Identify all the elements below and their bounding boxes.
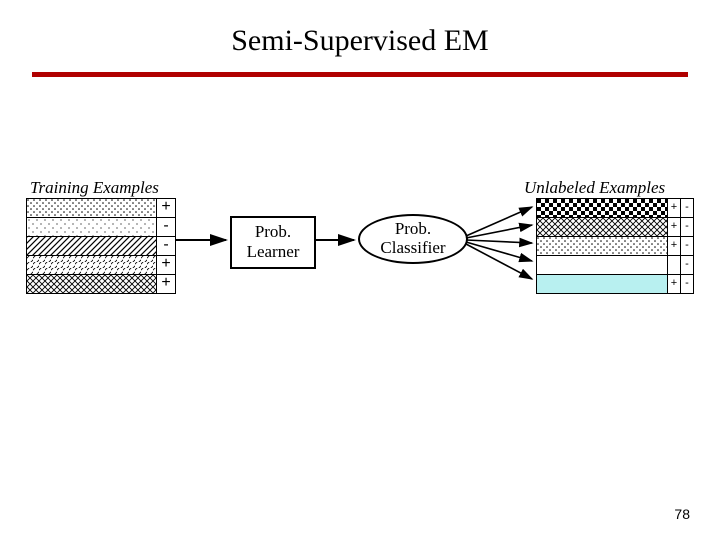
example-label: +: [157, 199, 175, 217]
unlabeled-examples-table: + - + - + - - + -: [536, 198, 694, 294]
example-pattern: [537, 256, 668, 274]
example-label: -: [157, 237, 175, 255]
prob-learner-line1: Prob.: [255, 222, 291, 241]
training-examples-table: + - - + +: [26, 198, 176, 294]
table-row: -: [27, 236, 175, 255]
table-row: + -: [537, 199, 693, 217]
example-pattern: [537, 218, 668, 236]
prob-learner-line2: Learner: [247, 242, 300, 261]
arrow-classifier-to-row3: [466, 240, 532, 243]
table-row: +: [27, 199, 175, 217]
example-pattern: [537, 199, 668, 217]
prob-pos: +: [668, 275, 681, 293]
prob-learner-box: Prob. Learner: [230, 216, 316, 269]
arrow-classifier-to-row2: [466, 225, 532, 238]
example-pattern: [27, 237, 157, 255]
arrow-classifier-to-row4: [466, 242, 532, 261]
table-row: + -: [537, 274, 693, 293]
prob-neg: -: [681, 275, 693, 293]
table-row: + -: [537, 236, 693, 255]
example-pattern: [27, 256, 157, 274]
example-pattern: [537, 275, 668, 293]
prob-neg: -: [681, 218, 693, 236]
example-pattern: [27, 275, 157, 293]
training-examples-label: Training Examples: [30, 178, 159, 198]
unlabeled-examples-label: Unlabeled Examples: [524, 178, 665, 198]
example-pattern: [537, 237, 668, 255]
page-number: 78: [674, 506, 690, 522]
prob-classifier-line2: Classifier: [380, 238, 445, 257]
prob-classifier-node: Prob. Classifier: [358, 214, 468, 264]
prob-neg: -: [681, 237, 693, 255]
prob-classifier-line1: Prob.: [395, 219, 431, 238]
prob-neg: -: [681, 256, 693, 274]
table-row: +: [27, 255, 175, 274]
arrow-classifier-to-row1: [466, 207, 532, 236]
table-row: + -: [537, 217, 693, 236]
example-label: -: [157, 218, 175, 236]
table-row: -: [537, 255, 693, 274]
arrow-classifier-to-row5: [466, 244, 532, 279]
prob-neg: -: [681, 199, 693, 217]
slide-title: Semi-Supervised EM: [0, 24, 720, 58]
example-pattern: [27, 218, 157, 236]
table-row: -: [27, 217, 175, 236]
prob-pos: +: [668, 237, 681, 255]
title-rule: [32, 72, 688, 77]
example-label: +: [157, 256, 175, 274]
example-pattern: [27, 199, 157, 217]
prob-pos: [668, 256, 681, 274]
example-label: +: [157, 275, 175, 293]
prob-pos: +: [668, 218, 681, 236]
table-row: +: [27, 274, 175, 293]
prob-pos: +: [668, 199, 681, 217]
